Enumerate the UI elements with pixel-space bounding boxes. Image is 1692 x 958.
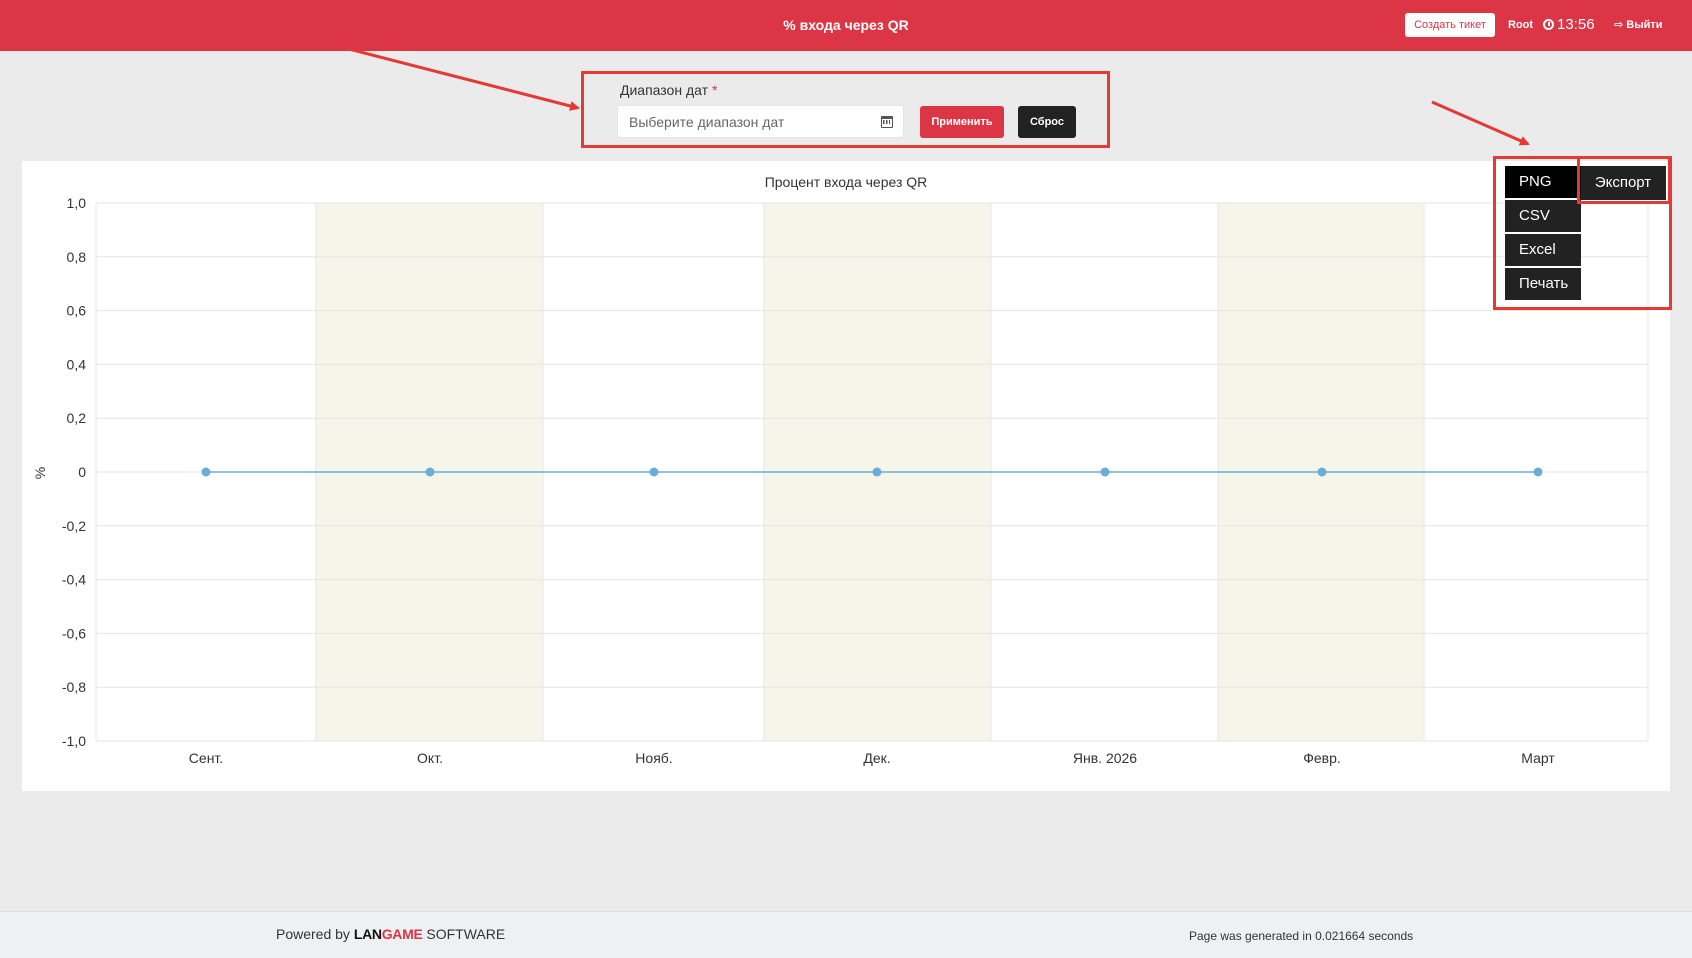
brand-lan: LAN xyxy=(353,926,382,942)
brand-logo[interactable]: LANGAME xyxy=(354,926,423,942)
powered-by: Powered by LANGAME SOFTWARE xyxy=(276,926,505,942)
brand-suffix: SOFTWARE xyxy=(426,926,506,942)
annotation-arrow-export xyxy=(1431,100,1530,146)
footer xyxy=(0,911,1692,958)
annotation-arrows xyxy=(344,46,1530,146)
annotation-arrow-filter xyxy=(344,46,580,111)
brand-game: GAME xyxy=(381,926,423,942)
powered-prefix: Powered by xyxy=(276,926,350,942)
generation-time: Page was generated in 0.021664 seconds xyxy=(1189,929,1414,943)
